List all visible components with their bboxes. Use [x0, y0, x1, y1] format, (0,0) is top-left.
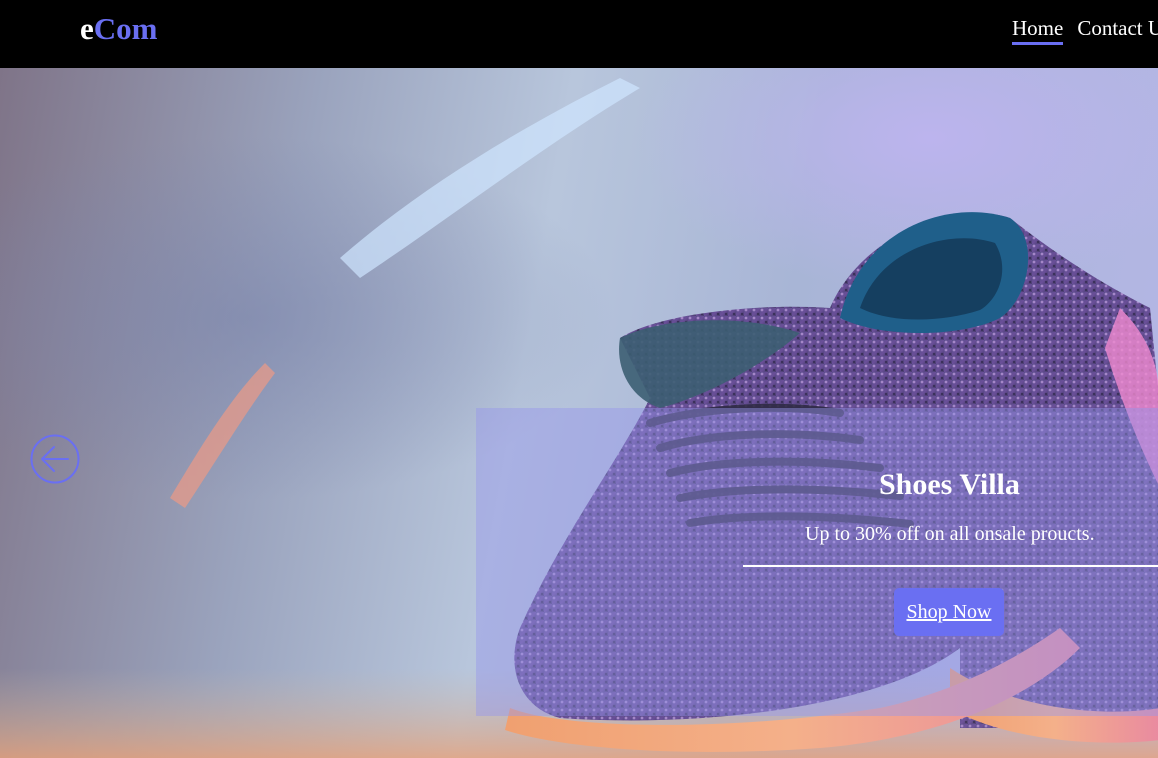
shop-now-button[interactable]: Shop Now — [894, 588, 1004, 636]
brand-prefix: e — [80, 11, 94, 46]
brand-logo[interactable]: eCom — [80, 10, 157, 48]
navbar: eCom Home Contact Us — [0, 0, 1158, 68]
slide-title: Shoes Villa — [879, 468, 1020, 501]
carousel-prev-button[interactable] — [30, 434, 80, 484]
arrow-left-circle-icon — [30, 434, 80, 484]
hero-carousel: Shoes Villa Up to 30% off on all onsale … — [0, 68, 1158, 758]
slide-caption: Shoes Villa Up to 30% off on all onsale … — [476, 408, 1158, 716]
brand-suffix: Com — [93, 11, 158, 46]
nav-link-contact[interactable]: Contact Us — [1077, 15, 1158, 41]
nav-link-home[interactable]: Home — [1012, 15, 1064, 45]
caption-divider — [743, 565, 1158, 567]
nav-links: Home Contact Us — [1012, 15, 1158, 45]
slide-subtitle: Up to 30% off on all onsale proucts. — [805, 523, 1095, 545]
page: eCom Home Contact Us — [0, 0, 1158, 758]
